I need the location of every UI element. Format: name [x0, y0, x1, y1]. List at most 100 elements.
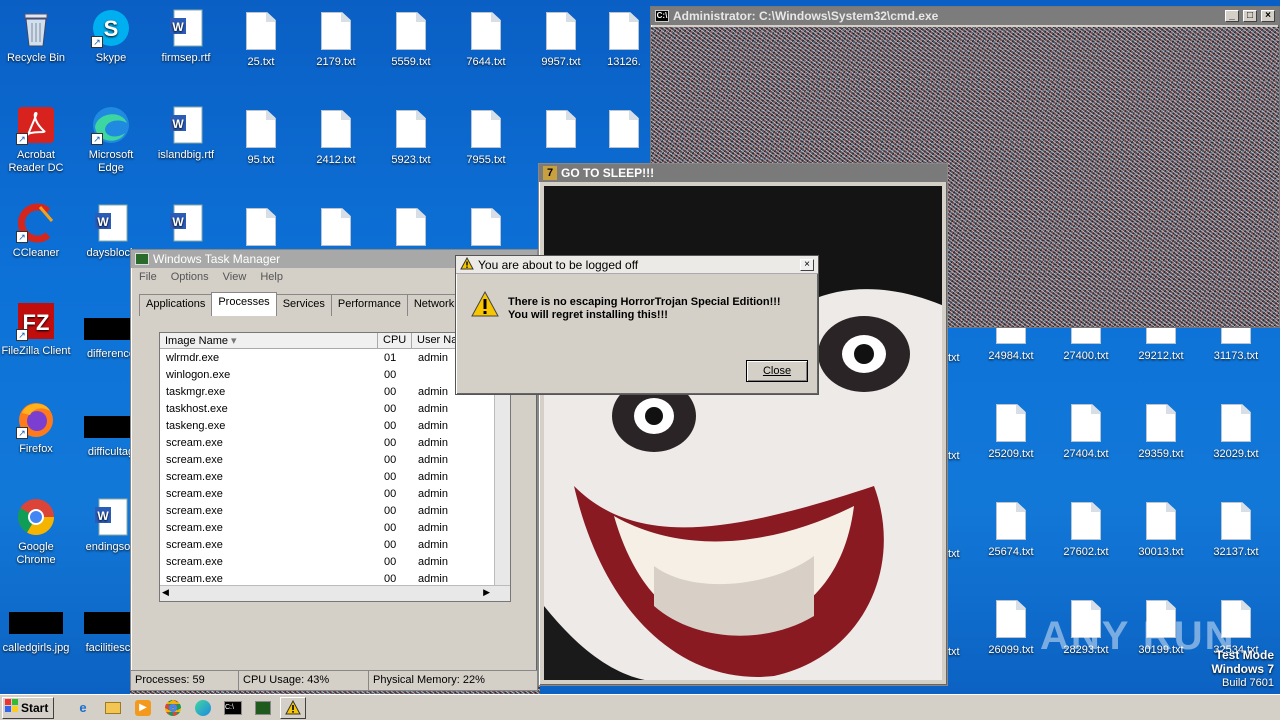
scroll-right-icon[interactable]: ▶ — [483, 587, 490, 598]
desktop-icon-txt[interactable]: 30013.txt — [1125, 502, 1197, 559]
process-row[interactable]: scream.exe 00 admin — [160, 553, 510, 570]
desktop-icon-txt[interactable]: 29359.txt — [1125, 404, 1197, 461]
word-doc-icon: W — [91, 497, 131, 537]
start-button[interactable]: Start — [2, 696, 54, 719]
menu-help[interactable]: Help — [260, 271, 283, 285]
desktop-icon-txt[interactable]: 25674.txt — [975, 502, 1047, 559]
process-user: admin — [418, 555, 448, 568]
menu-file[interactable]: File — [139, 271, 157, 285]
desktop-icon-chrome[interactable]: Google Chrome — [0, 497, 72, 567]
chrome-icon[interactable] — [160, 697, 186, 719]
desktop-icon-txt[interactable] — [450, 208, 522, 252]
menu-options[interactable]: Options — [171, 271, 209, 285]
process-row[interactable]: scream.exe 00 admin — [160, 485, 510, 502]
process-name: scream.exe — [166, 487, 223, 500]
desktop-icon-txt[interactable] — [598, 110, 650, 154]
desktop-icon-txt[interactable]: 7644.txt — [450, 12, 522, 69]
ccleaner-icon: ↗ — [16, 203, 56, 243]
desktop-icon-txt[interactable] — [300, 208, 372, 252]
icon-label: 5559.txt — [391, 56, 431, 68]
desktop-icon-txt[interactable]: 2179.txt — [300, 12, 372, 69]
desktop-icon-txt[interactable] — [375, 208, 447, 252]
taskmgr-icon[interactable] — [250, 697, 276, 719]
explorer-icon[interactable] — [100, 697, 126, 719]
process-row[interactable]: taskeng.exe 00 admin — [160, 417, 510, 434]
desktop-icon-txt[interactable]: 27404.txt — [1050, 404, 1122, 461]
desktop-icon-txt[interactable]: 32137.txt — [1200, 502, 1272, 559]
process-row[interactable]: scream.exe 00 admin — [160, 468, 510, 485]
desktop-icon-txt[interactable] — [525, 110, 597, 154]
shortcut-arrow-icon: ↗ — [91, 36, 103, 48]
cmd-icon[interactable]: C:\ — [220, 697, 246, 719]
dialog-message-line1: There is no escaping HorrorTrojan Specia… — [508, 296, 781, 308]
tab-applications[interactable]: Applications — [139, 294, 213, 316]
svg-text:S: S — [104, 16, 119, 41]
column-cpu[interactable]: CPU — [378, 333, 412, 348]
close-button[interactable]: × — [1261, 10, 1275, 22]
process-row[interactable]: scream.exe 00 admin — [160, 519, 510, 536]
desktop-icon-txt[interactable]: 25.txt — [225, 12, 297, 69]
desktop-icon-txt[interactable]: 7955.txt — [450, 110, 522, 167]
desktop-icon-skype[interactable]: S ↗ Skype — [75, 8, 147, 65]
icon-label: islandbig.rtf — [157, 149, 215, 161]
desktop-icon-islandbig[interactable]: W islandbig.rtf — [150, 105, 222, 162]
menu-view[interactable]: View — [223, 271, 247, 285]
column-image-name[interactable]: Image Name ▾ — [160, 333, 378, 348]
process-row[interactable]: taskhost.exe 00 admin — [160, 400, 510, 417]
desktop-icon-txt[interactable]: 13126. — [598, 12, 650, 69]
process-row[interactable]: scream.exe 00 admin — [160, 502, 510, 519]
text-file-icon — [546, 12, 576, 50]
desktop-icon-txt[interactable]: 2412.txt — [300, 110, 372, 167]
process-row[interactable]: scream.exe 00 admin — [160, 434, 510, 451]
cmd-titlebar[interactable]: C:\ Administrator: C:\Windows\System32\c… — [651, 7, 1279, 25]
icon-label: 27404.txt — [1063, 448, 1109, 460]
icon-label: 7955.txt — [466, 154, 506, 166]
tab-processes[interactable]: Processes — [211, 292, 277, 316]
desktop-icon-txt[interactable]: 5559.txt — [375, 12, 447, 69]
desktop-icon-firefox[interactable]: ↗ Firefox — [0, 399, 72, 456]
icon-label: 25674.txt — [988, 546, 1034, 558]
tab-services[interactable]: Services — [275, 294, 332, 316]
desktop-icon-acrobat[interactable]: ↗ Acrobat Reader DC — [0, 105, 72, 175]
desktop-icon-txt[interactable]: 26099.txt — [975, 600, 1047, 657]
desktop-icon-word[interactable]: W — [150, 203, 222, 247]
desktop-icon-recycle-bin[interactable]: Recycle Bin — [0, 8, 72, 65]
process-list-horizontal-scrollbar[interactable]: ◀ ▶ — [160, 585, 510, 601]
desktop-icon-txt[interactable]: 25209.txt — [975, 404, 1047, 461]
build-line: Build 7601 — [1222, 677, 1274, 689]
dialog-close-x-button[interactable]: × — [800, 258, 814, 271]
desktop-icon-txt[interactable]: 95.txt — [225, 110, 297, 167]
desktop-icon-firmsep[interactable]: W firmsep.rtf — [150, 8, 222, 65]
desktop-icon-calledgirls[interactable]: calledgirls.jpg — [0, 602, 72, 655]
process-row[interactable]: scream.exe 00 admin — [160, 451, 510, 468]
icon-label: CCleaner — [12, 247, 60, 259]
warning-icon[interactable] — [280, 696, 306, 719]
icon-label: Microsoft Edge — [88, 149, 134, 174]
desktop-icon-filezilla[interactable]: FZ ↗ FileZilla Client — [0, 301, 72, 358]
logoff-warning-dialog[interactable]: You are about to be logged off × There i… — [455, 255, 819, 395]
process-row[interactable]: scream.exe 00 admin — [160, 536, 510, 553]
ie-icon[interactable]: e — [70, 697, 96, 719]
tab-performance[interactable]: Performance — [330, 294, 408, 316]
desktop-icon-txt[interactable]: 5923.txt — [375, 110, 447, 167]
text-file-icon — [546, 110, 576, 148]
shortcut-arrow-icon: ↗ — [16, 133, 28, 145]
desktop-icon-edge[interactable]: ↗ Microsoft Edge — [75, 105, 147, 175]
sleep-titlebar[interactable]: 7 GO TO SLEEP!!! — [539, 164, 947, 182]
go-to-sleep-window[interactable]: 7 GO TO SLEEP!!! — [538, 163, 948, 686]
desktop-icon-ccleaner[interactable]: ↗ CCleaner — [0, 203, 72, 260]
scroll-left-icon[interactable]: ◀ — [162, 587, 169, 598]
dialog-close-button[interactable]: Close — [746, 360, 808, 382]
media-player-icon[interactable]: ▶ — [130, 697, 156, 719]
dialog-message: There is no escaping HorrorTrojan Specia… — [508, 296, 781, 322]
desktop-icon-txt[interactable]: 32029.txt — [1200, 404, 1272, 461]
dialog-titlebar[interactable]: You are about to be logged off × — [456, 256, 818, 274]
maximize-button[interactable]: □ — [1243, 10, 1257, 22]
taskmgr-statusbar: Processes: 59 CPU Usage: 43% Physical Me… — [131, 670, 537, 690]
desktop-icon-txt[interactable]: 9957.txt — [525, 12, 597, 69]
desktop-icon-txt[interactable] — [225, 208, 297, 252]
process-cpu: 00 — [384, 470, 397, 483]
desktop-icon-txt[interactable]: 27602.txt — [1050, 502, 1122, 559]
edge-icon[interactable] — [190, 697, 216, 719]
minimize-button[interactable]: _ — [1225, 10, 1239, 22]
